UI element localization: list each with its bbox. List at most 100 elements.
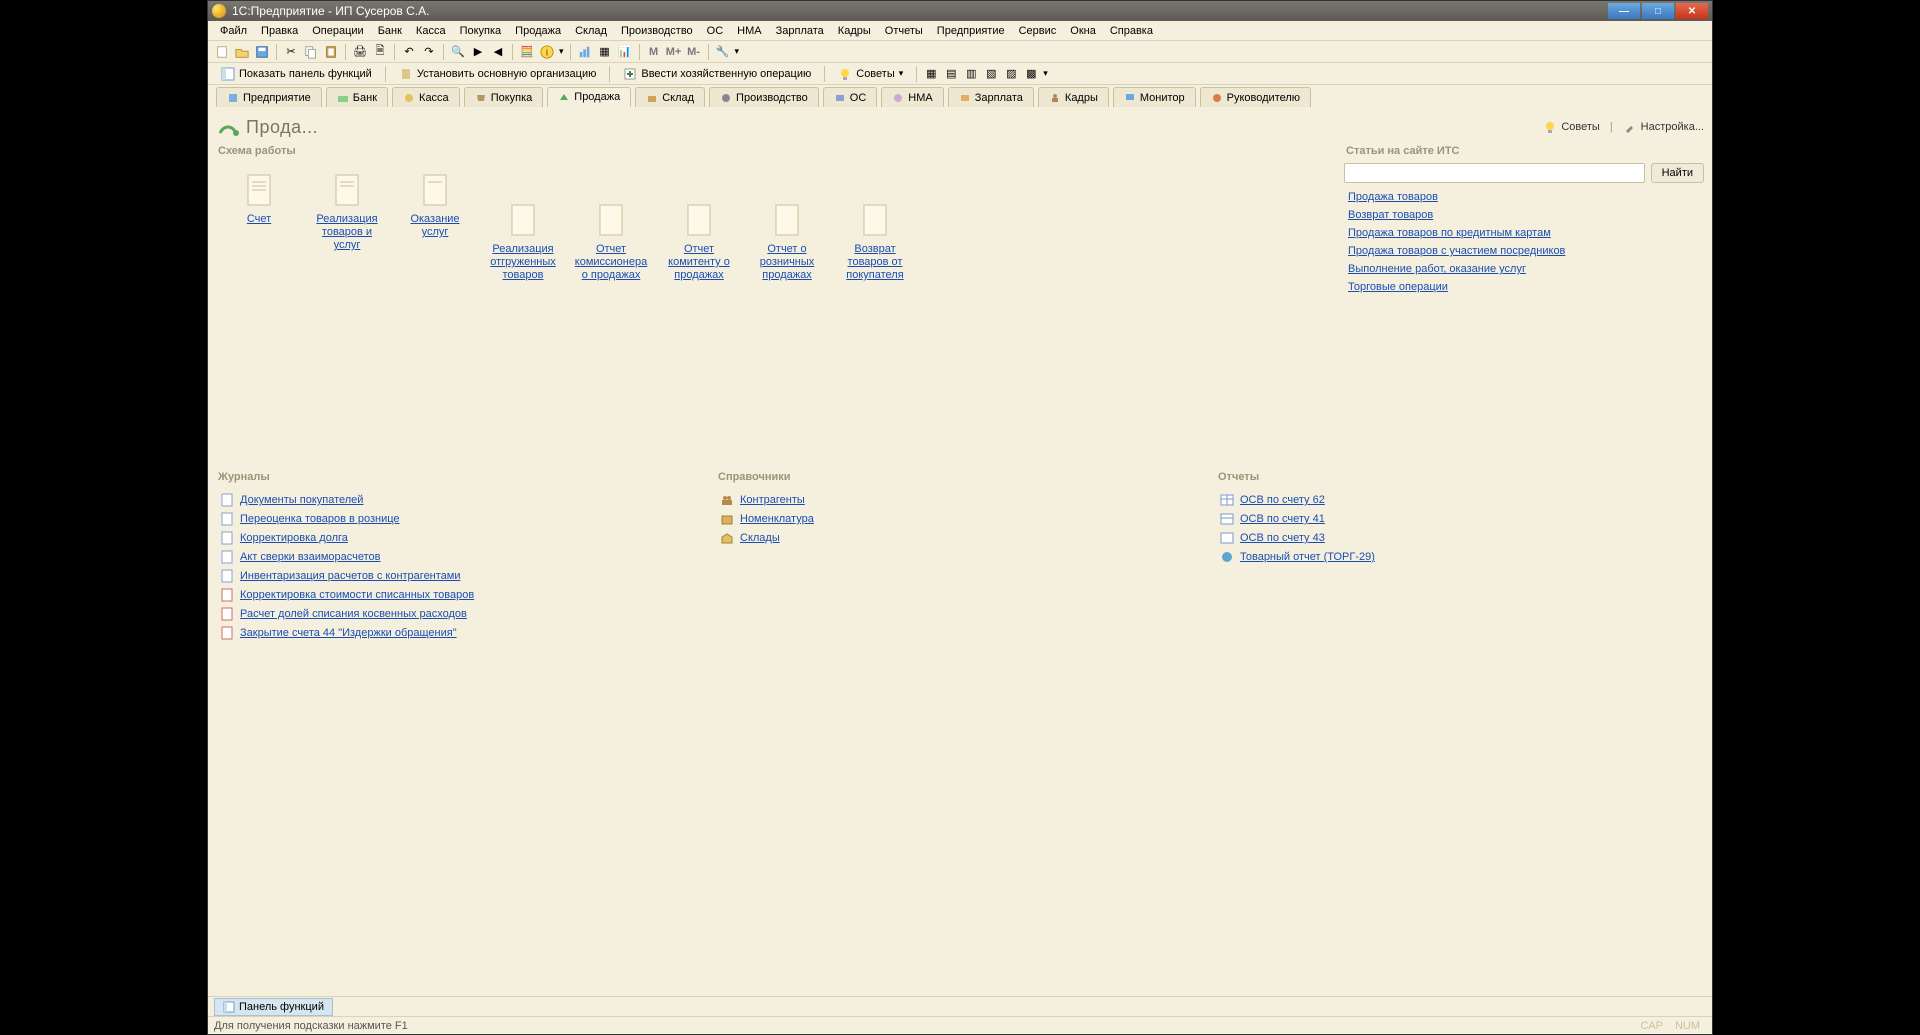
journal-link[interactable]: Переоценка товаров в рознице	[220, 512, 700, 526]
window-minimize-button[interactable]: —	[1608, 3, 1640, 19]
new-icon[interactable]	[214, 44, 230, 60]
scheme-item-return[interactable]: Возврат товаров от покупателя	[840, 203, 910, 282]
tab-nma[interactable]: НМА	[881, 87, 943, 107]
menu-bank[interactable]: Банк	[372, 23, 408, 39]
m-plus-icon[interactable]: M+	[666, 44, 682, 60]
scheme-item-retail[interactable]: Отчет о розничных продажах	[752, 203, 822, 282]
window-maximize-button[interactable]: □	[1642, 3, 1674, 19]
scheme-item-invoice[interactable]: Счет	[224, 173, 294, 226]
menu-reports[interactable]: Отчеты	[879, 23, 929, 39]
tab-salary[interactable]: Зарплата	[948, 87, 1034, 107]
save-icon[interactable]	[254, 44, 270, 60]
menu-edit[interactable]: Правка	[255, 23, 304, 39]
open-icon[interactable]	[234, 44, 250, 60]
print-preview-icon[interactable]: 🗎	[372, 44, 388, 60]
report-link[interactable]: ОСВ по счету 62	[1220, 493, 1700, 507]
its-find-button[interactable]: Найти	[1651, 163, 1704, 183]
m-minus-icon[interactable]: M-	[686, 44, 702, 60]
menu-operations[interactable]: Операции	[306, 23, 369, 39]
window-close-button[interactable]: ✕	[1676, 3, 1708, 19]
its-link[interactable]: Возврат товаров	[1348, 209, 1704, 221]
menu-enterprise[interactable]: Предприятие	[931, 23, 1011, 39]
report-link[interactable]: Товарный отчет (ТОРГ-29)	[1220, 550, 1700, 564]
tips-button[interactable]: Советы ▾	[831, 64, 910, 84]
ref-link[interactable]: Склады	[720, 531, 1200, 545]
find-icon[interactable]: 🔍	[450, 44, 466, 60]
paste-icon[interactable]	[323, 44, 339, 60]
menu-os[interactable]: ОС	[701, 23, 730, 39]
menu-nma[interactable]: НМА	[731, 23, 767, 39]
menu-warehouse[interactable]: Склад	[569, 23, 613, 39]
tab-warehouse[interactable]: Склад	[635, 87, 705, 107]
enter-operation-button[interactable]: Ввести хозяйственную операцию	[616, 64, 818, 84]
menu-production[interactable]: Производство	[615, 23, 699, 39]
tbl-icon-5[interactable]: ▨	[1003, 66, 1019, 82]
bottom-tab-panel[interactable]: Панель функций	[214, 998, 333, 1016]
tips-link[interactable]: Советы	[1543, 120, 1599, 134]
journal-link[interactable]: Документы покупателей	[220, 493, 700, 507]
tab-cash[interactable]: Касса	[392, 87, 460, 107]
its-search-input[interactable]	[1344, 163, 1645, 183]
ref-link[interactable]: Контрагенты	[720, 493, 1200, 507]
menu-purchase[interactable]: Покупка	[454, 23, 508, 39]
tab-monitor[interactable]: Монитор	[1113, 87, 1196, 107]
tab-production[interactable]: Производство	[709, 87, 819, 107]
menu-cash[interactable]: Касса	[410, 23, 452, 39]
calc-icon[interactable]: 🧮	[519, 44, 535, 60]
tab-bank[interactable]: Банк	[326, 87, 388, 107]
its-link[interactable]: Торговые операции	[1348, 281, 1704, 293]
scheme-item-commissioner[interactable]: Отчет комиссионера о продажах	[576, 203, 646, 282]
set-main-org-button[interactable]: Установить основную организацию	[392, 64, 604, 84]
its-link[interactable]: Продажа товаров	[1348, 191, 1704, 203]
scheme-item-shipped[interactable]: Реализация отгруженных товаров	[488, 203, 558, 282]
menu-windows[interactable]: Окна	[1064, 23, 1102, 39]
tab-manager[interactable]: Руководителю	[1200, 87, 1311, 107]
menu-salary[interactable]: Зарплата	[770, 23, 830, 39]
wrench-icon[interactable]: 🔧	[715, 44, 731, 60]
undo-icon[interactable]: ↶	[401, 44, 417, 60]
tab-sale[interactable]: Продажа	[547, 87, 631, 107]
tbl-icon-4[interactable]: ▧	[983, 66, 999, 82]
scheme-item-realization[interactable]: Реализация товаров и услуг	[312, 173, 382, 252]
tab-purchase[interactable]: Покупка	[464, 87, 544, 107]
ref-link[interactable]: Номенклатура	[720, 512, 1200, 526]
redo-icon[interactable]: ↷	[421, 44, 437, 60]
menu-staff[interactable]: Кадры	[832, 23, 877, 39]
tbl-icon-3[interactable]: ▥	[963, 66, 979, 82]
its-link[interactable]: Выполнение работ, оказание услуг	[1348, 263, 1704, 275]
help-icon[interactable]: i	[539, 44, 555, 60]
journal-link[interactable]: Корректировка долга	[220, 531, 700, 545]
menu-file[interactable]: Файл	[214, 23, 253, 39]
show-functions-panel-button[interactable]: Показать панель функций	[214, 64, 379, 84]
scheme-item-services[interactable]: Оказание услуг	[400, 173, 470, 239]
journal-link[interactable]: Закрытие счета 44 "Издержки обращения"	[220, 626, 700, 640]
settings-link[interactable]: Настройка...	[1623, 120, 1704, 134]
menu-sale[interactable]: Продажа	[509, 23, 567, 39]
print-icon[interactable]: 🖨	[352, 44, 368, 60]
journal-link[interactable]: Инвентаризация расчетов с контрагентами	[220, 569, 700, 583]
journal-link[interactable]: Расчет долей списания косвенных расходов	[220, 607, 700, 621]
tbl-icon-2[interactable]: ▤	[943, 66, 959, 82]
find-next-icon[interactable]: ▶	[470, 44, 486, 60]
scheme-item-committent[interactable]: Отчет комитенту о продажах	[664, 203, 734, 282]
chart-icon[interactable]: 📊	[617, 44, 633, 60]
find-prev-icon[interactable]: ◀	[490, 44, 506, 60]
copy-icon[interactable]	[303, 44, 319, 60]
tab-enterprise[interactable]: Предприятие	[216, 87, 322, 107]
cut-icon[interactable]: ✂	[283, 44, 299, 60]
tab-staff[interactable]: Кадры	[1038, 87, 1109, 107]
bar-chart-icon[interactable]	[577, 44, 593, 60]
tbl-icon-6[interactable]: ▩	[1023, 66, 1039, 82]
m-icon[interactable]: M	[646, 44, 662, 60]
its-link[interactable]: Продажа товаров по кредитным картам	[1348, 227, 1704, 239]
its-link[interactable]: Продажа товаров с участием посредников	[1348, 245, 1704, 257]
journal-link[interactable]: Корректировка стоимости списанных товаро…	[220, 588, 700, 602]
tab-os[interactable]: ОС	[823, 87, 878, 107]
report-link[interactable]: ОСВ по счету 41	[1220, 512, 1700, 526]
menu-service[interactable]: Сервис	[1013, 23, 1063, 39]
grid-icon[interactable]: ▦	[597, 44, 613, 60]
journal-link[interactable]: Акт сверки взаиморасчетов	[220, 550, 700, 564]
report-link[interactable]: ОСВ по счету 43	[1220, 531, 1700, 545]
tbl-icon-1[interactable]: ▦	[923, 66, 939, 82]
menu-help[interactable]: Справка	[1104, 23, 1159, 39]
